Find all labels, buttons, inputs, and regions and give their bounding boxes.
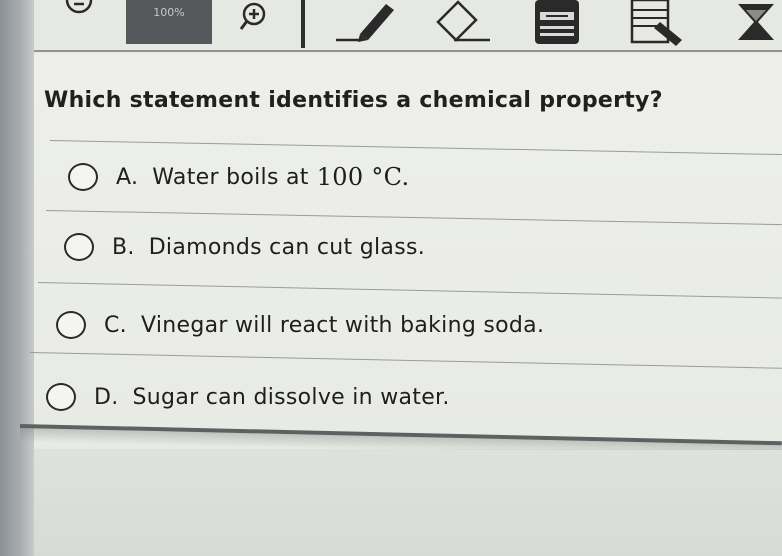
pen-icon [336,4,394,42]
radio-button-b[interactable] [64,233,94,261]
choice-c-text: Vinegar will react with baking soda. [140,312,545,338]
screen: 100% Which statement identifies a chemic… [0,0,782,556]
close-button[interactable] [734,2,778,42]
choice-b-text: Diamonds can cut glass. [148,234,426,260]
pen-button[interactable] [332,0,398,44]
eraser-icon [436,0,490,42]
close-icon [738,4,774,40]
choice-a[interactable]: A. Water boils at 100 °C. [68,163,409,191]
choice-d-text: Sugar can dissolve in water. [132,384,450,410]
notes-icon [630,0,682,46]
zoom-out-icon [65,0,93,14]
toolbar: 100% [34,0,782,52]
choice-a-text: Water boils at [152,164,309,190]
choice-d-letter: D. [94,384,119,410]
choice-a-letter: A. [116,164,139,190]
calculator-icon [535,0,579,44]
zoom-in-button[interactable] [238,2,268,32]
choice-b[interactable]: B. Diamonds can cut glass. [64,233,425,261]
choice-b-letter: B. [112,234,135,260]
radio-button-c[interactable] [56,311,86,339]
zoom-in-icon [239,2,266,30]
zoom-out-button[interactable] [64,0,94,16]
radio-button-d[interactable] [46,383,76,411]
choice-c[interactable]: C. Vinegar will react with baking soda. [56,311,544,339]
eraser-button[interactable] [432,0,498,44]
radio-button-a[interactable] [68,163,98,191]
question-text: Which statement identifies a chemical pr… [44,88,663,113]
notes-button[interactable] [628,0,684,48]
window-edge [0,0,34,556]
choice-a-temperature: 100 °C. [316,163,410,191]
choice-d[interactable]: D. Sugar can dissolve in water. [46,383,450,411]
zoom-level: 100% [126,0,212,44]
calculator-button[interactable] [532,0,582,46]
background-area [34,450,782,556]
choice-c-letter: C. [104,312,127,338]
toolbar-divider [301,0,305,48]
